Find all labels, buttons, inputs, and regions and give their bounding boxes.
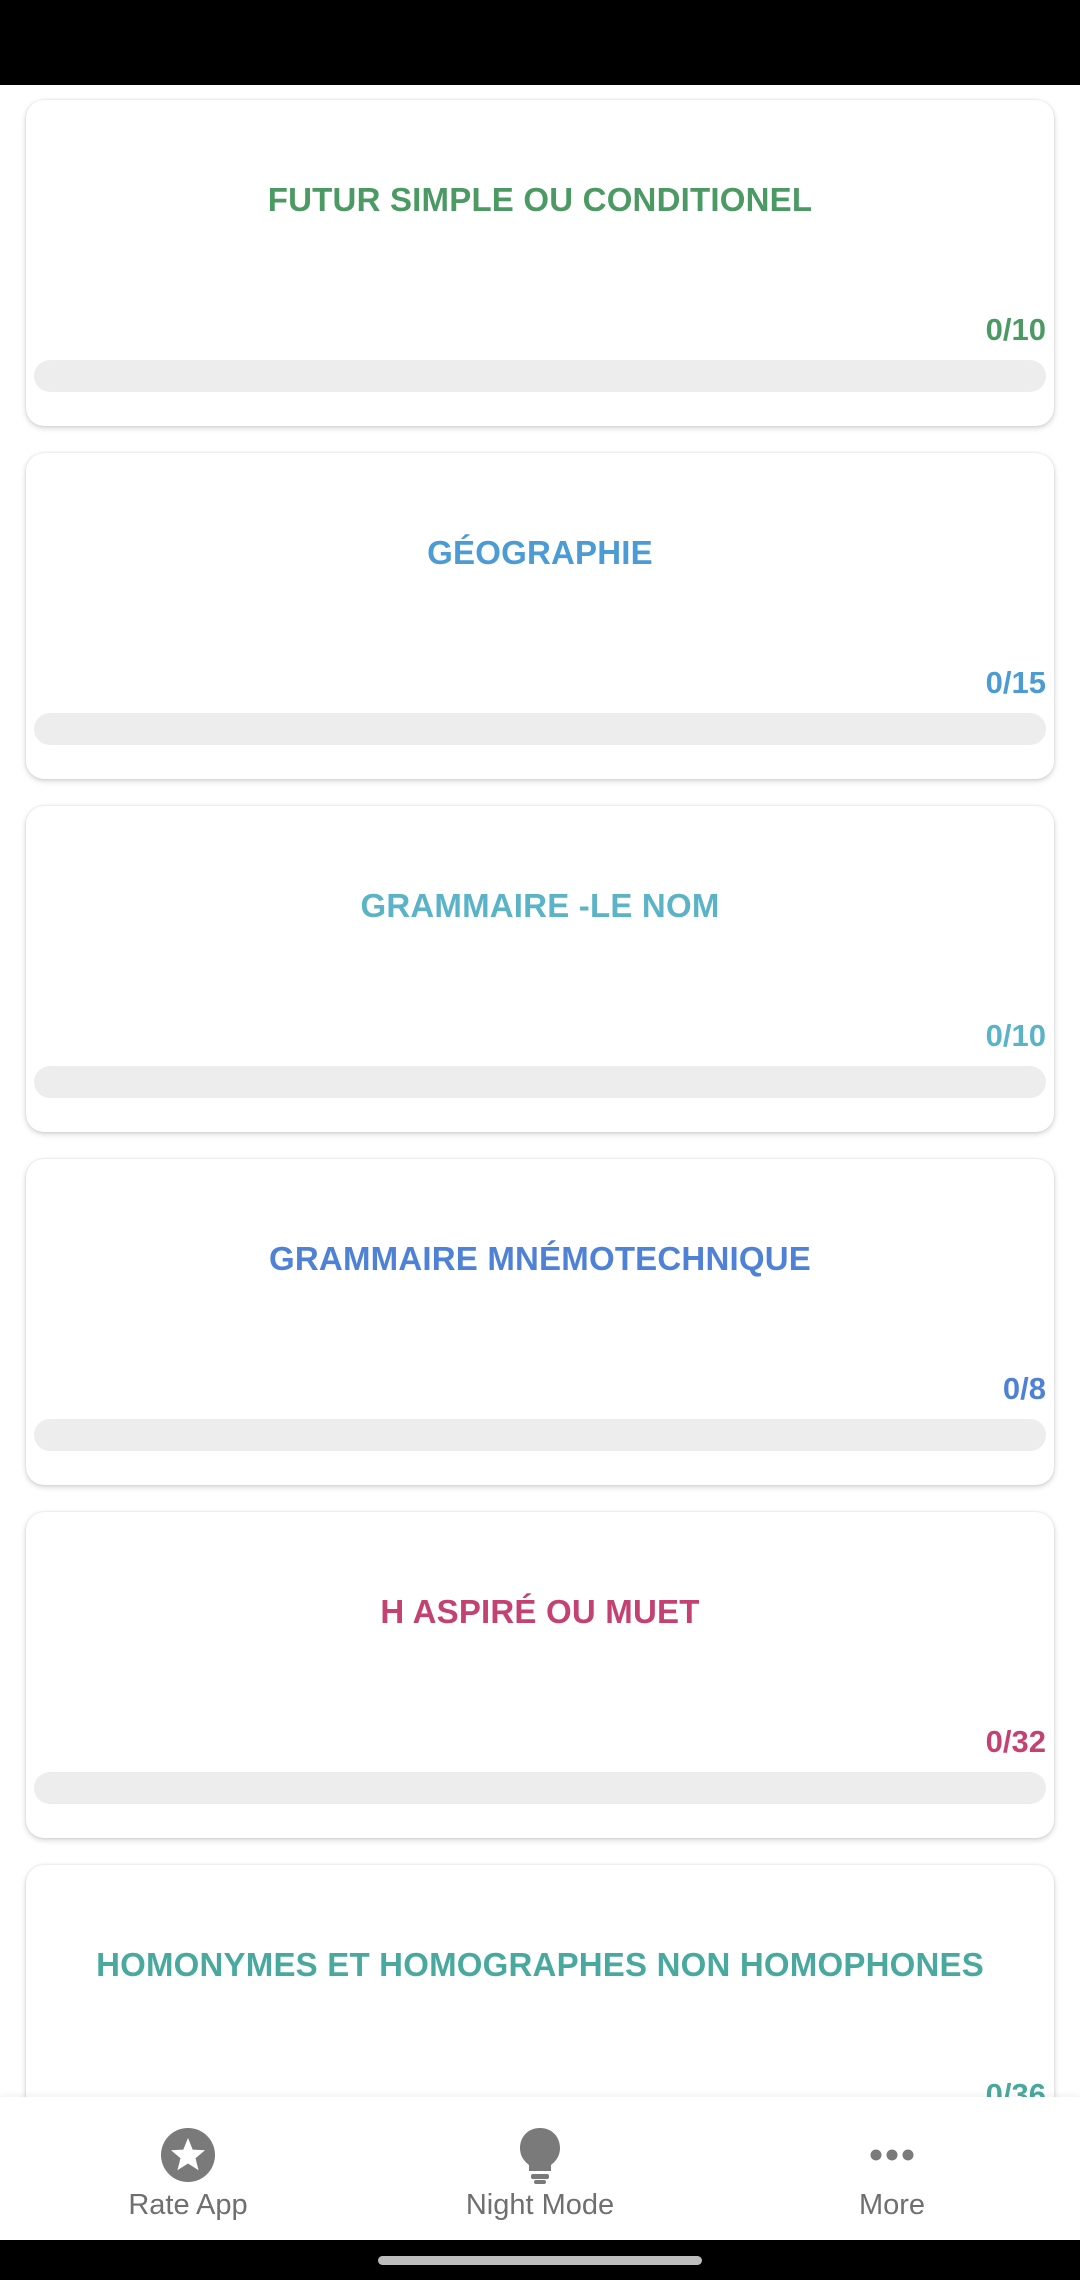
quiz-score: 0/36 [985, 2077, 1046, 2097]
quiz-card[interactable]: HOMONYMES ET HOMOGRAPHES NON HOMOPHONES … [26, 1865, 1054, 2097]
quiz-title: GRAMMAIRE -LE NOM [360, 887, 720, 924]
bottom-navigation: Rate App Night Mode More [0, 2097, 1080, 2240]
quiz-score: 0/32 [985, 1724, 1046, 1759]
quiz-title: HOMONYMES ET HOMOGRAPHES NON HOMOPHONES [96, 1946, 984, 1983]
progress-bar [34, 713, 1046, 745]
more-horizontal-icon [870, 2149, 914, 2161]
progress-bar [34, 1772, 1046, 1804]
navigation-gesture-bar [0, 2240, 1080, 2280]
progress-bar [34, 360, 1046, 392]
lightbulb-icon [520, 2128, 560, 2184]
night-mode-button[interactable]: Night Mode [360, 2097, 720, 2240]
quiz-card[interactable]: GÉOGRAPHIE 0/15 [26, 453, 1054, 779]
quiz-card[interactable]: GRAMMAIRE -LE NOM 0/10 [26, 806, 1054, 1132]
more-button[interactable]: More [712, 2097, 1072, 2240]
rate-app-button[interactable]: Rate App [8, 2097, 368, 2240]
progress-bar [34, 1066, 1046, 1098]
quiz-score: 0/10 [985, 1018, 1046, 1053]
quiz-card[interactable]: FUTUR SIMPLE OU CONDITIONEL 0/10 [26, 100, 1054, 426]
status-bar [0, 0, 1080, 85]
quiz-title: GRAMMAIRE MNÉMOTECHNIQUE [269, 1240, 811, 1277]
quiz-score: 0/15 [985, 665, 1046, 700]
quiz-title: FUTUR SIMPLE OU CONDITIONEL [267, 181, 813, 218]
night-mode-label: Night Mode [465, 2189, 615, 2221]
quiz-score: 0/10 [985, 312, 1046, 347]
home-handle[interactable] [378, 2256, 702, 2265]
progress-bar [34, 1419, 1046, 1451]
star-icon [161, 2128, 215, 2182]
quiz-title: H ASPIRÉ OU MUET [380, 1593, 700, 1630]
quiz-title: GÉOGRAPHIE [427, 534, 653, 571]
quiz-card[interactable]: H ASPIRÉ OU MUET 0/32 [26, 1512, 1054, 1838]
quiz-list[interactable]: FUTUR SIMPLE OU CONDITIONEL 0/10 GÉOGRAP… [0, 85, 1080, 2097]
quiz-score: 0/8 [1002, 1371, 1046, 1406]
quiz-card[interactable]: GRAMMAIRE MNÉMOTECHNIQUE 0/8 [26, 1159, 1054, 1485]
rate-app-label: Rate App [128, 2189, 248, 2221]
more-label: More [858, 2189, 926, 2221]
